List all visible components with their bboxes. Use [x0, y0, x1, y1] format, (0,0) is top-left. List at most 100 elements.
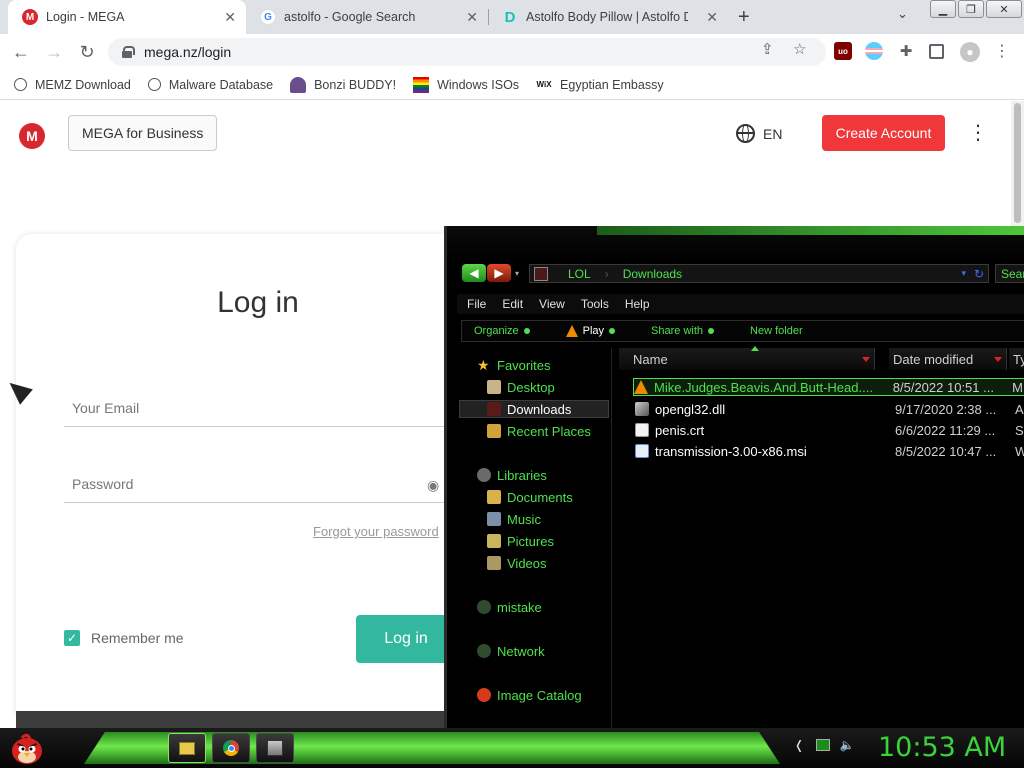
file-date: 9/17/2020 2:38 ... — [895, 401, 997, 417]
password-field[interactable]: Password — [72, 476, 133, 492]
nav-image-catalog[interactable]: Image Catalog — [477, 686, 582, 704]
volume-icon[interactable]: 🔈 — [838, 736, 856, 754]
login-card: Log in Your Email Password ◉ Forgot your… — [16, 234, 484, 714]
minimize-button[interactable]: ▁ — [930, 0, 956, 18]
page-scrollbar[interactable] — [1011, 101, 1024, 227]
organize-button[interactable]: Organize — [474, 325, 530, 337]
tab-astolfo-pillow[interactable]: D Astolfo Body Pillow | Astolfo Dak ✕ — [488, 0, 728, 34]
chrome-menu-icon[interactable]: ⋮ — [993, 42, 1011, 60]
nav-recent-places[interactable]: Recent Places — [487, 422, 591, 440]
address-dropdown-icon[interactable]: ▾ — [961, 268, 966, 279]
taskbar-explorer-button[interactable] — [168, 733, 206, 763]
mega-for-business-button[interactable]: MEGA for Business — [68, 115, 218, 151]
installer-icon — [635, 444, 649, 458]
nav-network[interactable]: Network — [477, 642, 545, 660]
forward-arrow-icon[interactable]: → — [43, 41, 65, 63]
taskbar-clock[interactable]: 10:53 AM — [878, 732, 1006, 763]
certificate-icon — [635, 423, 649, 437]
network-tray-icon[interactable] — [816, 739, 830, 751]
forgot-password-link[interactable]: Forgot your password — [313, 524, 439, 539]
nav-music[interactable]: Music — [487, 510, 541, 528]
nav-favorites[interactable]: ★ Favorites — [477, 356, 550, 374]
tab-login-mega[interactable]: M Login - MEGA ✕ — [8, 0, 246, 34]
nav-label: Downloads — [507, 401, 572, 417]
pictures-icon — [487, 534, 501, 548]
nav-mistake[interactable]: mistake — [477, 598, 542, 616]
login-button[interactable]: Log in — [356, 615, 456, 663]
share-icon[interactable]: ⇪ — [761, 40, 774, 58]
explorer-search-input[interactable]: Sear — [995, 264, 1024, 283]
side-panel-icon[interactable] — [929, 44, 944, 59]
taskbar-chrome-button[interactable] — [212, 733, 250, 763]
tab-search-chevron-icon[interactable]: ⌄ — [897, 6, 908, 22]
address-bar[interactable]: mega.nz/login — [108, 38, 826, 66]
create-account-button[interactable]: Create Account — [822, 115, 945, 151]
forward-arrow-icon[interactable]: ▶ — [487, 264, 511, 282]
tab-astolfo-search[interactable]: G astolfo - Google Search ✕ — [246, 0, 488, 34]
bookmark-bonzi-buddy[interactable]: Bonzi BUDDY! — [290, 76, 396, 93]
file-date: 6/6/2022 11:29 ... — [895, 422, 996, 438]
ublock-extension-icon[interactable]: uo — [834, 42, 852, 60]
show-password-eye-icon[interactable]: ◉ — [427, 477, 439, 494]
column-label: Ty — [1013, 351, 1024, 367]
bookmark-egyptian-embassy[interactable]: WiX Egyptian Embassy — [536, 77, 664, 93]
play-button[interactable]: Play — [565, 325, 616, 337]
recent-dropdown-icon[interactable]: ▾ — [512, 264, 522, 282]
explorer-address-bar[interactable]: LOL › Downloads ▾ ↻ — [529, 264, 989, 283]
maximize-button[interactable]: ❐ — [958, 0, 984, 18]
more-menu-icon[interactable]: ⋮ — [968, 123, 988, 143]
menu-help[interactable]: Help — [625, 297, 650, 311]
new-folder-button[interactable]: New folder — [750, 325, 803, 337]
videos-icon — [487, 556, 501, 570]
nav-videos[interactable]: Videos — [487, 554, 547, 572]
nav-downloads[interactable]: Downloads — [459, 400, 609, 418]
folder-icon — [179, 741, 195, 755]
flag-extension-icon[interactable] — [865, 42, 883, 60]
bookmark-windows-isos[interactable]: Windows ISOs — [413, 76, 520, 93]
menu-edit[interactable]: Edit — [502, 297, 523, 311]
refresh-icon[interactable]: ↻ — [974, 267, 984, 281]
nav-label: Documents — [507, 489, 573, 505]
tray-expand-icon[interactable]: ❬ — [790, 736, 808, 754]
back-arrow-icon[interactable]: ◀ — [462, 264, 486, 282]
email-field[interactable]: Your Email — [72, 400, 139, 416]
nav-pictures[interactable]: Pictures — [487, 532, 554, 550]
mega-logo[interactable]: M — [19, 123, 45, 149]
bookmark-label: Windows ISOs — [437, 77, 520, 92]
remember-me-checkbox[interactable]: ✓ — [64, 630, 80, 646]
bookmark-malware-database[interactable]: Malware Database — [147, 78, 273, 92]
start-button-angry-bird-icon[interactable] — [8, 730, 46, 766]
window-controls: ▁ ❐ ✕ — [928, 0, 1022, 18]
bookmark-star-icon[interactable]: ☆ — [793, 40, 806, 58]
tab-close-icon[interactable]: ✕ — [706, 9, 718, 26]
bookmark-memz[interactable]: MEMZ Download — [14, 78, 131, 92]
column-header-type[interactable]: Ty — [1009, 348, 1024, 370]
tab-close-icon[interactable]: ✕ — [466, 9, 478, 26]
breadcrumb-lol[interactable]: LOL — [568, 267, 591, 281]
menu-file[interactable]: File — [467, 297, 486, 311]
taskbar-app-button[interactable] — [256, 733, 294, 763]
nav-label: mistake — [497, 599, 542, 615]
back-arrow-icon[interactable]: ← — [10, 41, 32, 63]
menu-tools[interactable]: Tools — [581, 297, 609, 311]
file-row[interactable]: penis.crt 6/6/2022 11:29 ... Se — [635, 421, 1024, 439]
share-with-button[interactable]: Share with — [651, 325, 715, 337]
file-row[interactable]: Mike.Judges.Beavis.And.Butt-Head.... 8/5… — [633, 378, 1024, 396]
close-window-button[interactable]: ✕ — [986, 0, 1022, 18]
tab-close-icon[interactable]: ✕ — [224, 9, 236, 26]
file-row[interactable]: opengl32.dll 9/17/2020 2:38 ... Ap — [635, 400, 1024, 418]
language-selector[interactable]: EN — [736, 124, 782, 143]
nav-libraries[interactable]: Libraries — [477, 466, 547, 484]
reload-icon[interactable]: ↻ — [76, 41, 98, 63]
file-row[interactable]: transmission-3.00-x86.msi 8/5/2022 10:47… — [635, 442, 1024, 460]
nav-desktop[interactable]: Desktop — [487, 378, 555, 396]
scrollbar-thumb[interactable] — [1014, 103, 1021, 223]
profile-avatar-icon[interactable]: ● — [960, 42, 980, 62]
menu-view[interactable]: View — [539, 297, 565, 311]
breadcrumb-downloads[interactable]: Downloads — [623, 267, 682, 281]
column-header-date[interactable]: Date modified — [889, 348, 1007, 370]
puzzle-extensions-icon[interactable]: ✚ — [897, 42, 915, 60]
new-tab-button[interactable]: + — [738, 6, 750, 29]
column-header-name[interactable]: Name — [619, 348, 875, 370]
nav-documents[interactable]: Documents — [487, 488, 573, 506]
